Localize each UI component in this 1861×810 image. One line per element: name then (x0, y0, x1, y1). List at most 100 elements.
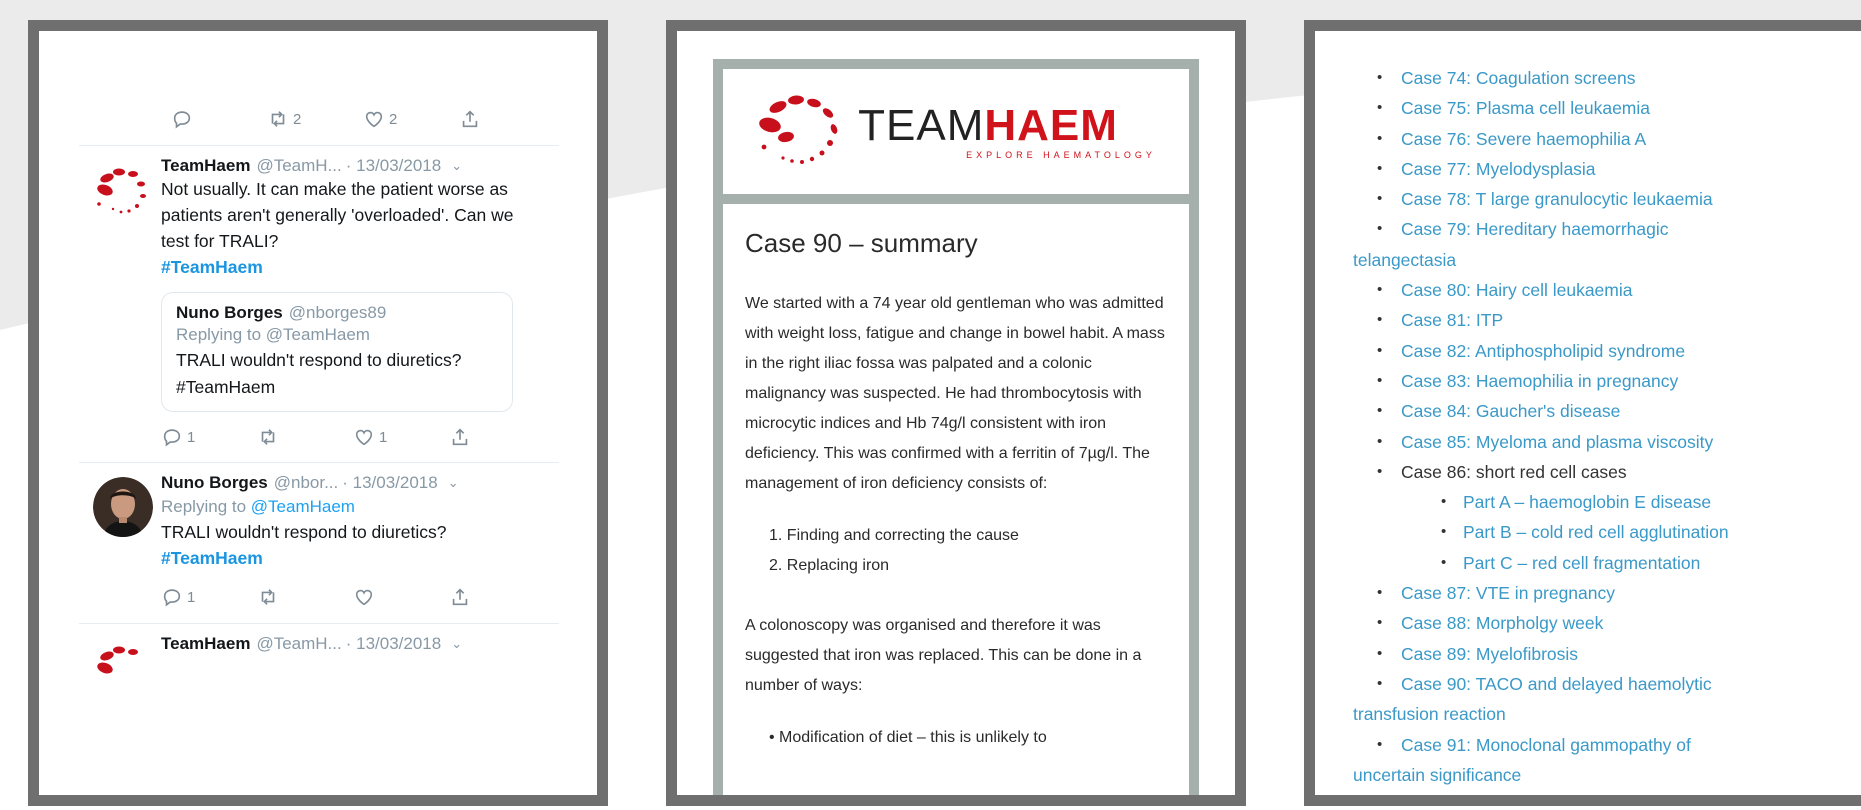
chevron-down-icon[interactable]: ⌄ (451, 636, 462, 652)
article-paragraph: We started with a 74 year old gentleman … (745, 295, 1165, 492)
user-avatar[interactable] (93, 477, 153, 537)
share-button[interactable] (449, 586, 545, 608)
teamhaem-avatar[interactable] (93, 160, 153, 220)
tweet-text: Not usually. It can make the patient wor… (161, 179, 514, 277)
site-logo[interactable]: TEAMHAEM EXPLORE HAEMATOLOGY (858, 100, 1156, 160)
case-86-part-b-link[interactable]: Part B – cold red cell agglutination (1353, 517, 1861, 548)
case-86-part-a-link[interactable]: Part A – haemoglobin E disease (1353, 487, 1861, 518)
tweet-date[interactable]: · 13/03/2018 (342, 473, 437, 493)
reply-count: 1 (187, 428, 196, 446)
tweet[interactable]: TeamHaem @TeamH... · 13/03/2018 ⌄ (79, 624, 559, 674)
quoted-tweet[interactable]: Nuno Borges @nborges89 Replying to @Team… (161, 292, 513, 412)
list-item: 2. Replacing iron (769, 557, 890, 574)
tweet-actions: 1 (161, 571, 545, 623)
logo-word-team: TEAM (858, 100, 985, 150)
tweet-actions: 1 1 (161, 412, 545, 462)
like-button[interactable]: 1 (353, 426, 449, 448)
tweet-header: TeamHaem @TeamH... · 13/03/2018 ⌄ (161, 156, 545, 176)
case-link-78[interactable]: Case 78: T large granulocytic leukaemia (1353, 184, 1861, 215)
heart-icon (355, 589, 373, 606)
reply-handle-link[interactable]: @TeamHaem (251, 497, 355, 516)
article-paragraph: A colonoscopy was organised and therefor… (745, 617, 1142, 694)
case-link-76[interactable]: Case 76: Severe haemophilia A (1353, 124, 1861, 155)
replying-to: Replying to @TeamHaem (161, 497, 355, 516)
author-name[interactable]: Nuno Borges (161, 473, 268, 493)
share-button[interactable] (449, 426, 545, 448)
case-86-part-c-link[interactable]: Part C – red cell fragmentation (1353, 548, 1861, 579)
case-link-84[interactable]: Case 84: Gaucher's disease (1353, 396, 1861, 427)
share-icon (452, 588, 468, 606)
case-link-88[interactable]: Case 88: Morpholgy week (1353, 608, 1861, 639)
case-link-89[interactable]: Case 89: Myelofibrosis (1353, 639, 1861, 670)
reply-count: 1 (187, 588, 196, 606)
case-link-80[interactable]: Case 80: Hairy cell leukaemia (1353, 275, 1861, 306)
chevron-down-icon[interactable]: ⌄ (451, 158, 462, 174)
retweet-button[interactable] (257, 586, 353, 608)
share-icon (452, 428, 468, 446)
list-item: 1. Finding and correcting the cause (769, 527, 1019, 544)
article-body: Case 90 – summary We started with a 74 y… (723, 204, 1189, 753)
case-link-90[interactable]: Case 90: TACO and delayed haemolytic tra… (1353, 669, 1861, 730)
reply-icon (163, 589, 181, 607)
share-button[interactable] (459, 108, 555, 130)
tweet-text: TRALI wouldn't respond to diuretics? #Te… (161, 522, 447, 568)
case-link-85[interactable]: Case 85: Myeloma and plasma viscosity (1353, 427, 1861, 458)
tweet-date[interactable]: · 13/03/2018 (346, 156, 441, 176)
like-button[interactable] (353, 586, 449, 608)
case-link-81[interactable]: Case 81: ITP (1353, 305, 1861, 336)
like-button[interactable]: 2 (363, 108, 459, 130)
retweet-button[interactable]: 2 (267, 108, 363, 130)
replying-to: Replying to @TeamHaem (176, 325, 370, 344)
retweet-button[interactable] (257, 426, 353, 448)
tweet[interactable]: TeamHaem @TeamH... · 13/03/2018 ⌄ Not us… (79, 146, 559, 462)
reply-button[interactable]: 1 (161, 426, 257, 448)
case-link-74[interactable]: Case 74: Coagulation screens (1353, 63, 1861, 94)
reply-button[interactable]: 1 (161, 586, 257, 608)
author-name[interactable]: TeamHaem (161, 156, 250, 176)
logo-word-haem: HAEM (984, 100, 1118, 150)
hashtag-link[interactable]: #TeamHaem (161, 257, 263, 277)
reply-button[interactable] (171, 108, 267, 130)
tweet[interactable]: Nuno Borges @nbor... · 13/03/2018 ⌄ Repl… (79, 463, 559, 623)
chevron-down-icon[interactable]: ⌄ (448, 475, 459, 491)
top-tweet-actions: 2 2 (79, 93, 559, 145)
logo-tagline: EXPLORE HAEMATOLOGY (966, 149, 1156, 160)
case-link-75[interactable]: Case 75: Plasma cell leukaemia (1353, 93, 1861, 124)
share-icon (462, 110, 478, 128)
case-link-79[interactable]: Case 79: Hereditary haemorrhagic telange… (1353, 214, 1861, 275)
heart-icon (365, 111, 383, 128)
case-link-77[interactable]: Case 77: Myelodysplasia (1353, 154, 1861, 185)
case-link-82[interactable]: Case 82: Antiphospholipid syndrome (1353, 336, 1861, 367)
author-handle: @nbor... (273, 473, 339, 492)
quote-author-name: Nuno Borges (176, 303, 283, 322)
author-handle: @TeamH... (256, 634, 342, 653)
reply-icon (173, 111, 191, 129)
case-link-83[interactable]: Case 83: Haemophilia in pregnancy (1353, 366, 1861, 397)
cases-panel: Case 74: Coagulation screens Case 75: Pl… (1304, 20, 1861, 806)
teamhaem-avatar[interactable] (93, 638, 153, 698)
site-header: TEAMHAEM EXPLORE HAEMATOLOGY (723, 69, 1189, 204)
retweet-icon (261, 589, 275, 605)
article-panel: TEAMHAEM EXPLORE HAEMATOLOGY Case 90 – s… (666, 20, 1246, 806)
iron-replacement-list: • Modification of diet – this is unlikel… (745, 723, 1171, 753)
like-count: 1 (379, 428, 388, 446)
teamhaem-logo-icon[interactable] (756, 91, 852, 173)
quote-author-handle: @nborges89 (288, 303, 387, 322)
management-steps-list: 1. Finding and correcting the cause 2. R… (745, 521, 1171, 581)
author-handle: @TeamH... (256, 156, 342, 175)
article-page: TEAMHAEM EXPLORE HAEMATOLOGY Case 90 – s… (713, 59, 1199, 795)
author-name[interactable]: TeamHaem (161, 634, 250, 654)
retweet-count: 2 (293, 110, 302, 128)
case-link-91[interactable]: Case 91: Monoclonal gammopathy of uncert… (1353, 730, 1861, 791)
reply-icon (163, 429, 181, 447)
case-link-87[interactable]: Case 87: VTE in pregnancy (1353, 578, 1861, 609)
hashtag-link[interactable]: #TeamHaem (161, 548, 263, 568)
article-title: Case 90 – summary (745, 228, 978, 258)
retweet-icon (261, 429, 275, 445)
like-count: 2 (389, 110, 398, 128)
retweet-icon (271, 111, 285, 127)
list-item: • Modification of diet – this is unlikel… (769, 729, 1047, 746)
quote-text: TRALI wouldn't respond to diuretics? #Te… (176, 350, 462, 397)
tweet-header: Nuno Borges @nbor... · 13/03/2018 ⌄ (161, 473, 545, 493)
tweet-date[interactable]: · 13/03/2018 (346, 634, 441, 654)
